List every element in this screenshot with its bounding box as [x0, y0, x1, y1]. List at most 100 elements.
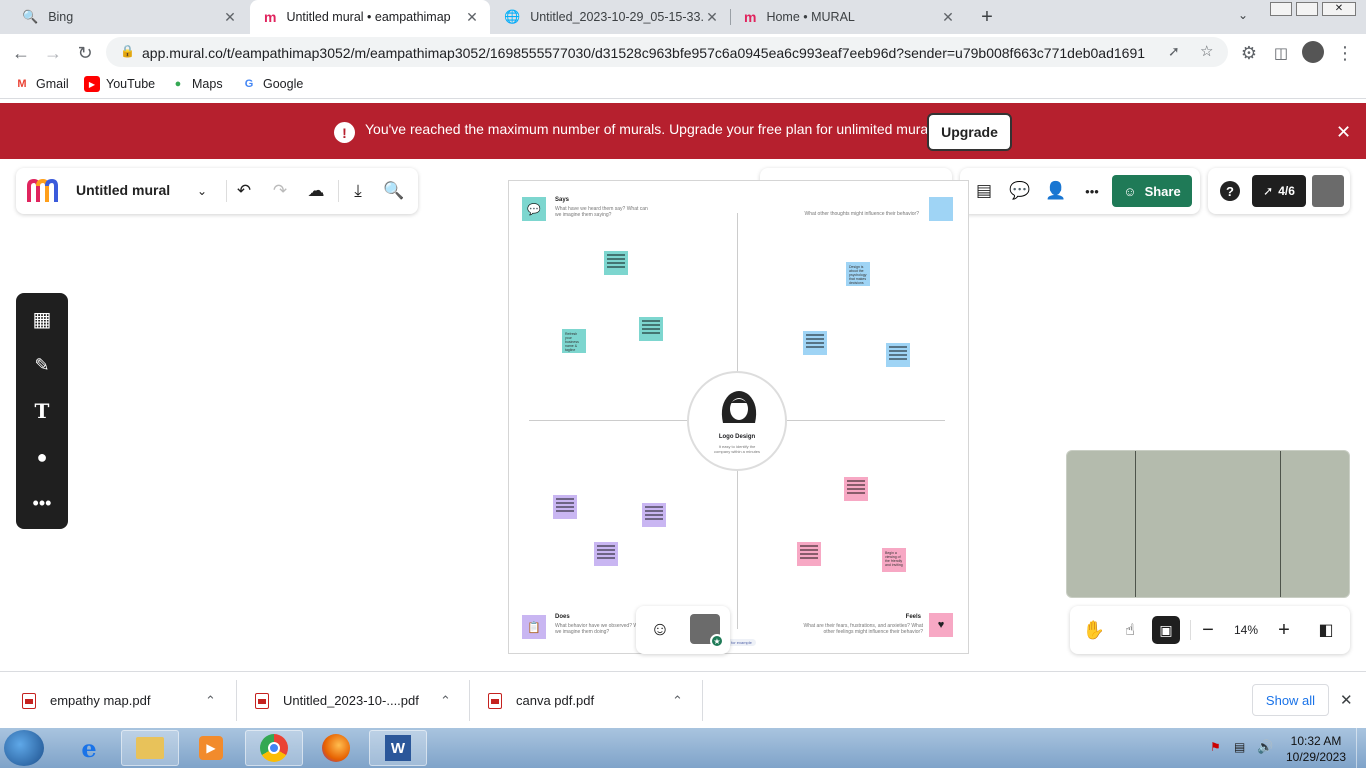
more-options-icon[interactable]: •••	[1078, 177, 1106, 205]
hand-pan-icon[interactable]: ✋	[1080, 616, 1108, 644]
word-icon[interactable]: W	[369, 730, 427, 766]
network-icon[interactable]: ▤	[1234, 740, 1245, 754]
close-icon[interactable]: ✕	[1336, 122, 1351, 143]
firefox-icon[interactable]	[307, 730, 365, 766]
chevron-down-icon[interactable]: ⌄	[188, 177, 216, 205]
tab-untitled-pdf[interactable]: 🌐 Untitled_2023-10-29_05-15-33.p ✕	[490, 0, 730, 34]
tab-close-icon[interactable]: ✕	[222, 9, 238, 26]
upgrade-button[interactable]: Upgrade	[927, 113, 1012, 151]
minimap-toggle-icon[interactable]: ▣	[1152, 616, 1180, 644]
start-button[interactable]	[4, 730, 44, 766]
sticky-note[interactable]	[844, 477, 868, 501]
touch-select-icon[interactable]: ☝	[1116, 616, 1144, 644]
forward-arrow-icon[interactable]: →	[40, 40, 66, 66]
sticky-note[interactable]	[803, 331, 827, 355]
sticky-note[interactable]	[604, 251, 628, 275]
minimap[interactable]	[1066, 450, 1350, 598]
zoom-level[interactable]: 14%	[1230, 623, 1262, 637]
tab-home-mural[interactable]: m Home • MURAL ✕	[730, 0, 966, 34]
tab-close-icon[interactable]: ✕	[940, 9, 956, 26]
mural-limit-counter[interactable]: ➚ 4/6	[1252, 175, 1306, 207]
sticky-note[interactable]	[553, 495, 577, 519]
bookmark-label: Google	[263, 77, 304, 91]
templates-icon[interactable]: ▦	[28, 305, 56, 333]
bookmark-youtube[interactable]: ▶ YouTube	[84, 76, 155, 92]
tab-close-icon[interactable]: ✕	[464, 9, 480, 26]
reload-icon[interactable]: ↻	[72, 40, 98, 66]
sticky-note[interactable]	[797, 542, 821, 566]
sticky-note-icon[interactable]: ✎	[28, 351, 56, 379]
volume-icon[interactable]: 🔊	[1257, 739, 1273, 755]
help-icon[interactable]: ?	[1220, 181, 1240, 201]
sticky-note[interactable]	[642, 503, 666, 527]
show-all-downloads-button[interactable]: Show all	[1252, 684, 1329, 716]
chrome-menu-icon[interactable]: ⋮	[1332, 40, 1358, 66]
bookmark-google[interactable]: G Google	[241, 76, 304, 92]
chrome-icon[interactable]	[245, 730, 303, 766]
bookmark-gmail[interactable]: M Gmail	[14, 76, 69, 92]
chevron-up-icon[interactable]: ⌃	[440, 672, 451, 729]
download-icon[interactable]: ⤓	[344, 177, 372, 205]
search-icon[interactable]: 🔍	[380, 177, 408, 205]
profile-avatar[interactable]	[1302, 41, 1324, 63]
sticky-note[interactable]	[594, 542, 618, 566]
youtube-icon: ▶	[84, 76, 100, 92]
address-bar[interactable]: 🔒 app.mural.co/t/eampathimap3052/m/eampa…	[106, 37, 1228, 67]
zoom-in-icon[interactable]: +	[1270, 616, 1298, 644]
zoom-out-icon[interactable]: −	[1194, 616, 1222, 644]
side-panel-icon[interactable]: ◫	[1268, 40, 1294, 66]
panel-toggle-icon[interactable]: ◧	[1312, 616, 1340, 644]
sticky-note[interactable]	[886, 343, 910, 367]
minimize-window-icon[interactable]	[1270, 2, 1292, 16]
share-button[interactable]: ☺ Share	[1112, 175, 1192, 207]
undo-icon[interactable]: ↶	[230, 177, 258, 205]
media-player-icon[interactable]: ▶	[182, 730, 240, 766]
sticky-note[interactable]: Design is about the psychology that make…	[846, 262, 870, 286]
mural-title[interactable]: Untitled mural	[76, 182, 170, 198]
tab-search-chevron-icon[interactable]: ⌄	[1238, 8, 1248, 22]
new-tab-icon[interactable]: +	[976, 6, 998, 28]
download-item[interactable]: canva pdf.pdf	[488, 672, 594, 729]
empathy-map-board[interactable]: Logo Design It easy to identify the comp…	[508, 180, 969, 654]
close-icon[interactable]: ✕	[1340, 691, 1353, 709]
internet-explorer-icon[interactable]: e	[60, 730, 118, 766]
user-avatar[interactable]	[1312, 175, 1344, 207]
sticky-note[interactable]	[639, 317, 663, 341]
clock-time[interactable]: 10:32 AM	[1282, 734, 1350, 748]
action-center-flag-icon[interactable]: ⚑	[1210, 740, 1221, 754]
close-window-icon[interactable]: ✕	[1322, 2, 1356, 16]
download-item[interactable]: Untitled_2023-10-....pdf	[255, 672, 419, 729]
chevron-up-icon[interactable]: ⌃	[205, 672, 216, 729]
bookmark-label: YouTube	[106, 77, 156, 91]
pdf-file-icon	[255, 692, 269, 709]
bookmark-maps[interactable]: ● Maps	[170, 76, 223, 92]
download-item[interactable]: empathy map.pdf	[22, 672, 150, 729]
tab-title: Bing	[48, 10, 74, 24]
more-tools-icon[interactable]: •••	[28, 489, 56, 517]
redo-icon[interactable]: ↷	[266, 177, 294, 205]
tab-close-icon[interactable]: ✕	[704, 9, 720, 26]
share-page-icon[interactable]: ➚	[1168, 43, 1180, 60]
sticky-note[interactable]: Begin a viewing of the friendly and invi…	[882, 548, 906, 572]
url-text[interactable]: app.mural.co/t/eampathimap3052/m/eampath…	[142, 45, 1145, 61]
left-tools-panel: ▦ ✎ T ● •••	[16, 293, 68, 529]
tab-bing[interactable]: 🔍 Bing ✕	[8, 0, 248, 34]
shapes-icon[interactable]: ●	[28, 443, 56, 471]
file-explorer-icon[interactable]	[121, 730, 179, 766]
comment-icon[interactable]: 💬	[1006, 177, 1034, 205]
show-desktop-button[interactable]	[1356, 728, 1366, 768]
clock-date[interactable]: 10/29/2023	[1282, 750, 1350, 764]
extensions-puzzle-icon[interactable]: ⚙	[1236, 40, 1262, 66]
text-tool-icon[interactable]: T	[28, 397, 56, 425]
sticky-note[interactable]: Refresh your business name & tagline	[562, 329, 586, 353]
restore-window-icon[interactable]	[1296, 2, 1318, 16]
bookmark-star-icon[interactable]: ☆	[1200, 42, 1213, 60]
bookmark-label: Gmail	[36, 77, 69, 91]
persona-circle[interactable]: Logo Design It easy to identify the comp…	[687, 371, 787, 471]
outline-icon[interactable]: ▤	[970, 177, 998, 205]
back-arrow-icon[interactable]: ←	[8, 40, 34, 66]
chevron-up-icon[interactable]: ⌃	[672, 672, 683, 729]
emoji-reaction-icon[interactable]: ☺	[646, 616, 674, 644]
tab-untitled-mural[interactable]: m Untitled mural • eampathimap ✕	[250, 0, 490, 34]
person-icon[interactable]: 👤	[1042, 177, 1070, 205]
